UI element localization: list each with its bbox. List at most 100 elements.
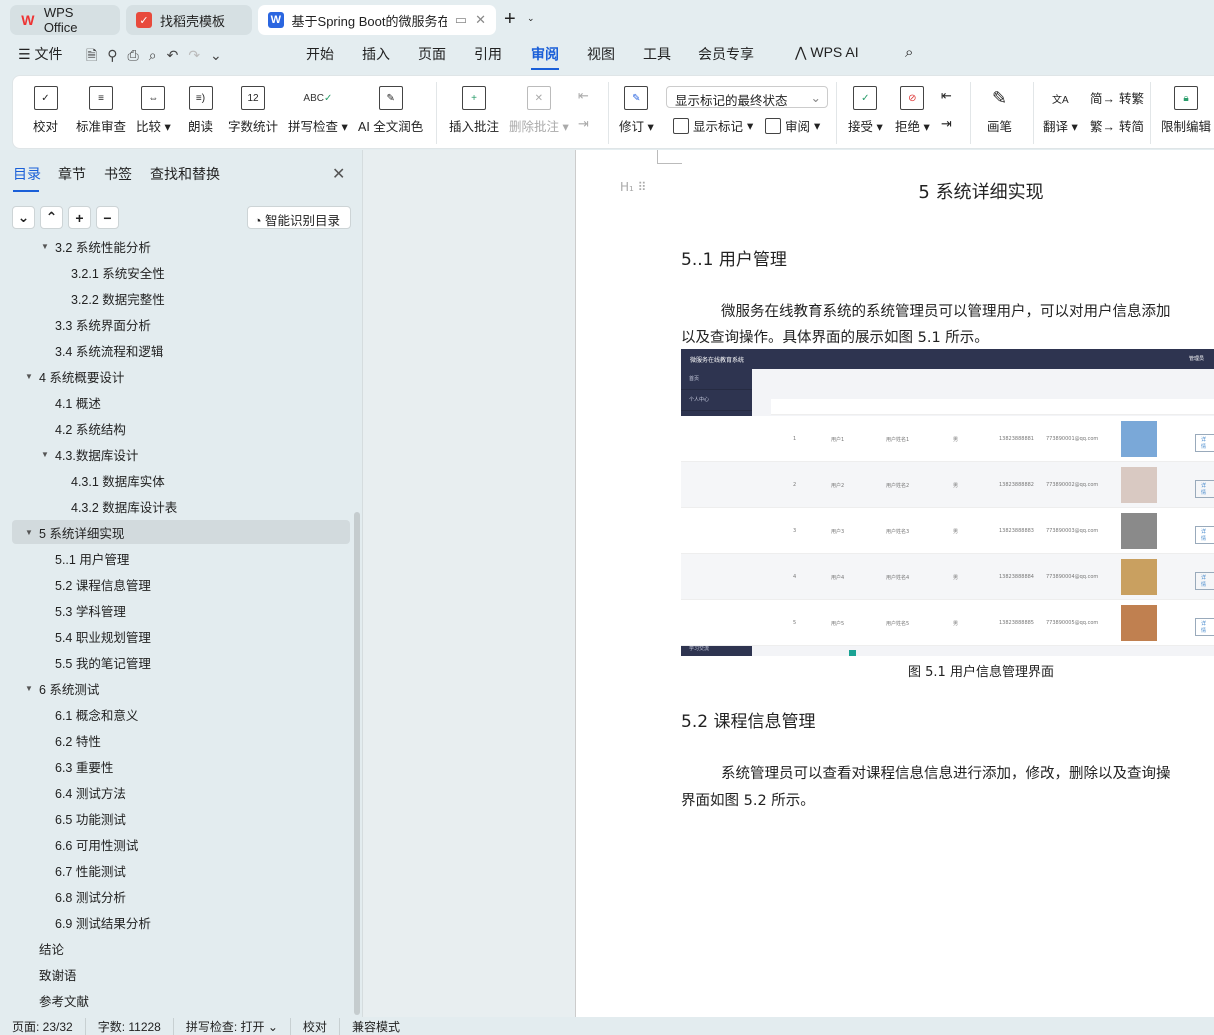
tab-find-replace[interactable]: 查找和替换 [150, 164, 220, 184]
tab-document[interactable]: W 基于Spring Boot的微服务在线 ▭ ✕ [258, 5, 496, 35]
toc-item[interactable]: ▼ 4 系统概要设计 [12, 364, 350, 388]
undo-icon[interactable]: ↶ [167, 47, 189, 63]
menu-tab[interactable]: 审阅 [531, 44, 559, 70]
pen-button[interactable]: ✎ 画笔 [987, 86, 1012, 135]
insert-comment-button[interactable]: + 插入批注 [449, 86, 499, 135]
toc-item[interactable]: 3.2.1 系统安全性 [12, 260, 350, 284]
document-page[interactable]: H₁ ⠿ 5 系统详细实现 5..1 用户管理 微服务在线教育系统的系统管理员可… [575, 150, 1214, 1017]
spell-check-status[interactable]: 拼写检查: 打开 ⌄ [174, 1017, 291, 1035]
standard-review-button[interactable]: ≡ 标准审查 [76, 86, 126, 135]
toc-item[interactable]: 结论 [12, 936, 350, 960]
menu-tab[interactable]: 引用 [474, 44, 502, 64]
file-menu[interactable]: ☰ 文件 [18, 44, 62, 64]
to-traditional-button[interactable]: 简→ 转繁 [1090, 88, 1144, 107]
toc-item[interactable]: 6.2 特性 [12, 728, 350, 752]
menu-tab[interactable]: 视图 [587, 44, 615, 64]
toc-item[interactable]: ▼ 3.2 系统性能分析 [12, 236, 350, 258]
word-count-button[interactable]: 12 字数统计 [228, 86, 278, 135]
read-aloud-button[interactable]: ≡) 朗读 [188, 86, 213, 135]
review-pane-button[interactable]: 审阅 ▾ [765, 116, 820, 135]
collapse-down-button[interactable]: ⌄ [12, 206, 35, 229]
toc-item[interactable]: 6.9 测试结果分析 [12, 910, 350, 934]
toc-item[interactable]: 5.4 职业规划管理 [12, 624, 350, 648]
toc-item[interactable]: 6.3 重要性 [12, 754, 350, 778]
reject-button[interactable]: ⊘ 拒绝 ▾ [895, 86, 930, 135]
proof-status[interactable]: 校对 [291, 1017, 340, 1035]
more-chevron-icon[interactable]: ⌄ [210, 47, 232, 63]
menu-tab[interactable]: 插入 [362, 44, 390, 64]
toc-item[interactable]: ▼ 5 系统详细实现 [12, 520, 350, 544]
menu-tab[interactable]: 开始 [306, 44, 334, 64]
format-painter-icon[interactable]: ⚲ [107, 47, 127, 63]
tab-wps-office[interactable]: W WPS Office [10, 5, 120, 35]
toc-item[interactable]: 3.3 系统界面分析 [12, 312, 350, 336]
ai-polish-button[interactable]: ✎ AI 全文润色 [358, 86, 423, 135]
toc-item[interactable]: 参考文献 [12, 988, 350, 1012]
add-level-button[interactable]: + [68, 206, 91, 229]
smart-toc-button[interactable]: ◔ 智能识别目录 [247, 206, 351, 229]
delete-comment-button[interactable]: ✕ 删除批注 ▾ [509, 86, 569, 135]
toc-item[interactable]: 5.3 学科管理 [12, 598, 350, 622]
toc-item[interactable]: 5.2 课程信息管理 [12, 572, 350, 596]
toc-item[interactable]: ▼ 6 系统测试 [12, 676, 350, 700]
toc-item[interactable]: 3.2.2 数据完整性 [12, 286, 350, 310]
expand-arrow-icon[interactable]: ▼ [25, 528, 33, 537]
redo-icon[interactable]: ↷ [188, 47, 210, 63]
track-changes-button[interactable]: ✎ 修订 ▾ [619, 86, 654, 135]
expand-arrow-icon[interactable]: ▼ [25, 684, 33, 693]
move-up-button[interactable]: ⌃ [40, 206, 63, 229]
accept-button[interactable]: ✓ 接受 ▾ [848, 86, 883, 135]
menu-tab[interactable]: 工具 [643, 44, 671, 64]
close-tab-icon[interactable]: ✕ [475, 12, 486, 28]
word-count[interactable]: 字数: 11228 [86, 1017, 174, 1035]
markup-display-select[interactable]: 显示标记的最终状态 ⌄ [666, 86, 828, 108]
figure-user-management-screenshot[interactable]: 微服务在线教育系统 管理员 首页个人中心用户管理用户课程信息管理课程类型管理学科… [681, 349, 1214, 656]
close-pane-icon[interactable]: ✕ [332, 164, 345, 184]
menu-tab[interactable]: 页面 [418, 44, 446, 64]
toc-item[interactable]: 4.1 概述 [12, 390, 350, 414]
toc-item[interactable]: 6.6 可用性测试 [12, 832, 350, 856]
page-indicator[interactable]: 页面: 23/32 [0, 1017, 86, 1035]
expand-arrow-icon[interactable]: ▼ [25, 372, 33, 381]
toc-item[interactable]: 6.7 性能测试 [12, 858, 350, 882]
tab-toc[interactable]: 目录 [13, 164, 41, 192]
new-tab-button[interactable]: + [504, 8, 516, 31]
tab-template[interactable]: ✓ 找稻壳模板 [126, 5, 252, 35]
tab-list-chevron-icon[interactable]: ⌄ [527, 13, 535, 24]
expand-arrow-icon[interactable]: ▼ [41, 450, 49, 459]
toc-item[interactable]: 6.5 功能测试 [12, 806, 350, 830]
remove-level-button[interactable]: − [96, 206, 119, 229]
toc-item[interactable]: 5..1 用户管理 [12, 546, 350, 570]
monitor-icon[interactable]: ▭ [455, 12, 467, 28]
compare-button[interactable]: ⇔ 比较 ▾ [136, 86, 171, 135]
toc-item[interactable]: 4.3.2 数据库设计表 [12, 494, 350, 518]
menu-tab[interactable]: ⋀ WPS AI [795, 44, 859, 61]
toc-scrollbar[interactable] [354, 512, 360, 1015]
toc-item[interactable]: 6.1 概念和意义 [12, 702, 350, 726]
to-simplified-button[interactable]: 繁→ 转简 [1090, 116, 1144, 135]
proof-button[interactable]: ✓ 校对 [33, 86, 58, 135]
translate-button[interactable]: 文A 翻译 ▾ [1043, 86, 1078, 135]
restrict-editing-button[interactable]: 🔒︎ 限制编辑 [1161, 86, 1211, 135]
prev-change-icon[interactable]: ⇤ [941, 88, 952, 104]
prev-comment-icon[interactable]: ⇤ [578, 88, 589, 104]
next-change-icon[interactable]: ⇥ [941, 116, 952, 132]
expand-arrow-icon[interactable]: ▼ [41, 242, 49, 251]
menu-tab[interactable]: 会员专享 [698, 44, 754, 64]
toc-item[interactable]: 4.2 系统结构 [12, 416, 350, 440]
tab-chapters[interactable]: 章节 [58, 164, 86, 184]
toc-item[interactable]: 6.4 测试方法 [12, 780, 350, 804]
toc-item[interactable]: 6.8 测试分析 [12, 884, 350, 908]
show-markup-button[interactable]: 显示标记 ▾ [673, 116, 753, 135]
print-icon[interactable]: ⎙ [128, 47, 149, 63]
toc-item[interactable]: 致谢语 [12, 962, 350, 986]
toc-item[interactable]: ▼ 4.3.数据库设计 [12, 442, 350, 466]
toc-item[interactable]: 3.4 系统流程和逻辑 [12, 338, 350, 362]
spell-check-button[interactable]: ABC ✓ 拼写检查 ▾ [288, 86, 348, 135]
next-comment-icon[interactable]: ⇥ [578, 116, 589, 132]
tab-bookmarks[interactable]: 书签 [104, 164, 132, 184]
quick-access-toolbar[interactable]: 🗎⚲⎙⌕↶↷⌄ [86, 45, 232, 69]
search-icon[interactable]: ⌕ [905, 44, 913, 61]
print-preview-icon[interactable]: ⌕ [149, 47, 167, 63]
toc-item[interactable]: 5.5 我的笔记管理 [12, 650, 350, 674]
